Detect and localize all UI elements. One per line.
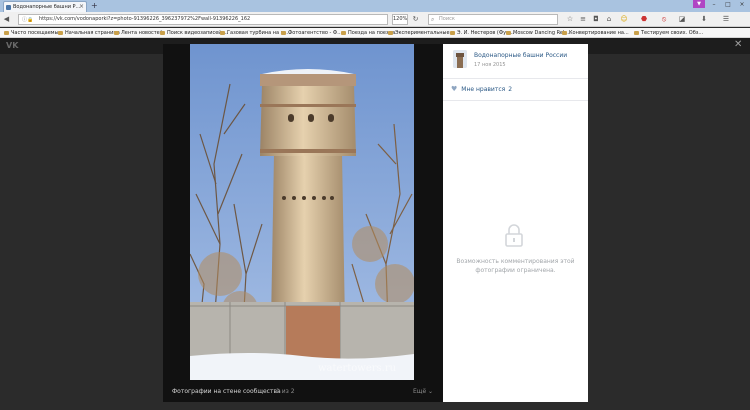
browser-nav-bar: ◀ ⓘ🔒 https://vk.com/vodonaporki?z=photo-…: [0, 12, 750, 27]
info-icon[interactable]: ⓘ🔒: [22, 16, 33, 24]
bookmark-item[interactable]: Э. И. Нестеров (Фут...: [450, 29, 514, 37]
water-tower-photo[interactable]: [190, 44, 414, 380]
community-name-link[interactable]: Водонапорные башни России: [474, 52, 567, 59]
download-icon[interactable]: ⬇: [700, 15, 708, 23]
divider: [443, 78, 588, 79]
zoom-level[interactable]: 120%: [392, 14, 408, 25]
browser-menu-badge-icon[interactable]: ▼: [693, 0, 705, 8]
bookmarks-bar: Часто посещаемые Начальная страница Лент…: [0, 28, 750, 38]
heart-icon: ♥: [451, 85, 458, 93]
tower-avatar-icon: [453, 50, 467, 68]
bookmark-item[interactable]: Газовая турбина на ж...: [220, 29, 290, 37]
bookmark-item[interactable]: Лента новостей: [114, 29, 163, 37]
address-bar[interactable]: ⓘ🔒 https://vk.com/vodonaporki?z=photo-91…: [18, 14, 388, 25]
browser-tab[interactable]: Водонапорные башни Р... ×: [3, 1, 87, 12]
photo-info-panel: Водонапорные башни России 17 ноя 2015 ♥ М…: [443, 44, 588, 402]
like-label: Мне нравится: [461, 86, 506, 93]
menu-icon[interactable]: ☰: [722, 15, 730, 23]
browser-tab-strip: Водонапорные башни Р... × + ▼ – □ ×: [0, 0, 750, 12]
community-avatar[interactable]: [453, 50, 467, 68]
address-url: https://vk.com/vodonaporki?z=photo-91396…: [39, 16, 251, 22]
extension-smiley-icon[interactable]: ☺: [620, 15, 628, 23]
reload-icon[interactable]: ↻: [411, 15, 420, 24]
like-count: 2: [508, 86, 513, 93]
photo-counter: 1 из 2: [276, 388, 295, 395]
post-date-link[interactable]: 17 ноя 2015: [474, 62, 506, 68]
bookmark-item[interactable]: Поиск видеозаписей ...: [160, 29, 228, 37]
pocket-icon[interactable]: ◘: [592, 15, 600, 23]
bookmark-item[interactable]: Тестируем своих. Обз...: [634, 29, 703, 37]
bookmark-item[interactable]: Фотоагентство - Ф...: [281, 29, 342, 37]
photo-viewer: watertowers.ru Фотографии на стене сообщ…: [163, 44, 443, 402]
screenshot-icon[interactable]: ◪: [678, 15, 686, 23]
bookmark-item[interactable]: Начальная страница: [58, 29, 120, 37]
bookmarks-list-icon[interactable]: ≡: [579, 15, 587, 23]
tab-close-icon[interactable]: ×: [79, 2, 84, 12]
search-placeholder: Поиск: [439, 16, 455, 22]
divider: [443, 100, 588, 101]
bookmark-item[interactable]: Часто посещаемые: [4, 29, 62, 37]
like-button[interactable]: ♥ Мне нравится 2: [451, 85, 512, 93]
bookmark-star-icon[interactable]: ☆: [566, 15, 574, 23]
photo-watermark: watertowers.ru: [318, 363, 397, 374]
album-caption-link[interactable]: Фотографии на стене сообщества: [172, 388, 281, 395]
close-window-icon[interactable]: ×: [735, 0, 749, 10]
close-viewer-icon[interactable]: ✕: [734, 39, 742, 50]
search-icon: ⌕: [431, 16, 435, 23]
new-tab-button[interactable]: +: [91, 1, 98, 11]
bookmark-item[interactable]: Конвертирование на...: [562, 29, 629, 37]
tab-title: Водонапорные башни Р...: [13, 4, 81, 10]
lock-icon: [505, 224, 523, 247]
maximize-window-icon[interactable]: □: [721, 0, 735, 10]
vk-favicon-icon: [6, 5, 11, 10]
back-button-icon[interactable]: ◀: [2, 15, 11, 24]
bookmark-item[interactable]: Экспериментальные...: [388, 29, 454, 37]
vk-logo-icon[interactable]: VK: [6, 41, 18, 50]
home-icon[interactable]: ⌂: [605, 15, 613, 23]
more-actions-button[interactable]: Ещё ⌄: [413, 388, 433, 395]
adblock-icon[interactable]: ⬣: [640, 15, 648, 23]
minimize-window-icon[interactable]: –: [707, 0, 721, 10]
search-input[interactable]: ⌕ Поиск: [428, 14, 558, 25]
comments-disabled-notice: Возможность комментирования этой фотогра…: [456, 258, 575, 274]
stop-extension-icon[interactable]: ⦸: [660, 15, 668, 23]
